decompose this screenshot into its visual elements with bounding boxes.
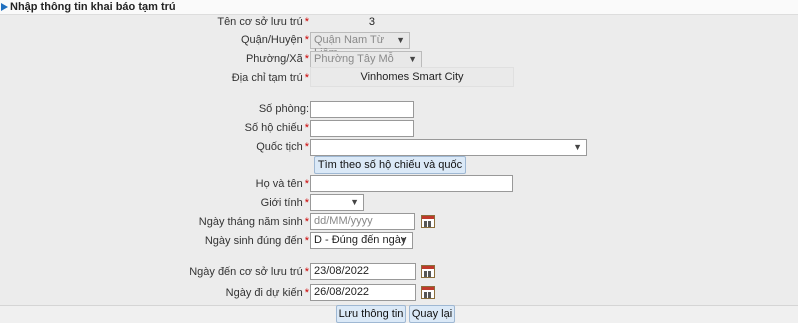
label-quoc-tich: Quốc tịch * xyxy=(256,141,309,153)
label-ngay-di: Ngày đi dự kiến * xyxy=(225,287,309,299)
search-by-passport-button[interactable]: Tìm theo số hộ chiếu và quốc tịch xyxy=(314,156,466,187)
chevron-down-icon: ▼ xyxy=(399,235,408,245)
so-ho-chieu-input[interactable] xyxy=(310,120,414,137)
ten-co-so-value: 3 xyxy=(368,16,375,28)
back-button[interactable]: Quay lại xyxy=(409,305,455,323)
label-gioi-tinh: Giới tính * xyxy=(260,197,309,209)
phuong-xa-select[interactable]: Phường Tây Mỗ ▼ xyxy=(310,51,422,68)
chevron-down-icon: ▼ xyxy=(573,142,582,152)
label-ten-co-so: Tên cơ sở lưu trú * xyxy=(217,16,309,28)
so-phong-input[interactable] xyxy=(310,101,414,118)
chevron-down-icon: ▼ xyxy=(396,35,405,45)
label-ngay-den: Ngày đến cơ sở lưu trú * xyxy=(189,266,309,278)
label-ho-va-ten: Họ và tên * xyxy=(255,178,309,190)
section-arrow-icon xyxy=(1,3,8,11)
label-so-phong: Số phòng: xyxy=(258,103,309,115)
temporary-residence-form: Tên cơ sở lưu trú * 3 Quận/Huyện * Quận Na… xyxy=(0,14,798,306)
chevron-down-icon: ▼ xyxy=(408,54,417,64)
quan-huyen-select[interactable]: Quận Nam Từ Liêm▼ xyxy=(310,32,410,59)
dia-chi-field: Vinhomes Smart City xyxy=(310,67,514,87)
save-button[interactable]: Lưu thông tin xyxy=(336,305,406,323)
section-title: Nhập thông tin khai báo tạm trú xyxy=(10,1,176,13)
quoc-tich-select[interactable]: ▼ xyxy=(310,139,587,156)
label-phuong-xa: Phường/Xã * xyxy=(245,53,309,65)
label-so-ho-chieu: Số hộ chiếu * xyxy=(244,122,309,134)
ngay-sinh-input[interactable]: dd/MM/yyyy xyxy=(310,213,415,230)
chevron-down-icon: ▼ xyxy=(350,197,359,207)
ho-va-ten-input[interactable] xyxy=(310,175,513,192)
label-quan-huyen: Quận/Huyện * xyxy=(240,34,309,46)
gioi-tinh-select[interactable]: ▼ xyxy=(310,194,364,211)
ngay-di-input[interactable]: 26/08/2022 xyxy=(310,284,416,301)
ngay-sinh-dung-den-select[interactable]: D - Đúng đến ngày ▼ xyxy=(310,232,413,249)
calendar-icon[interactable] xyxy=(421,286,435,299)
calendar-icon[interactable] xyxy=(421,215,435,228)
section-header: Nhập thông tin khai báo tạm trú xyxy=(0,0,798,15)
ngay-den-input[interactable]: 23/08/2022 xyxy=(310,263,416,280)
label-ngay-sinh: Ngày tháng năm sinh * xyxy=(198,216,309,228)
calendar-icon[interactable] xyxy=(421,265,435,278)
label-ngay-sinh-dung-den: Ngày sinh đúng đến * xyxy=(204,235,309,247)
label-dia-chi: Địa chỉ tạm trú * xyxy=(231,72,309,84)
